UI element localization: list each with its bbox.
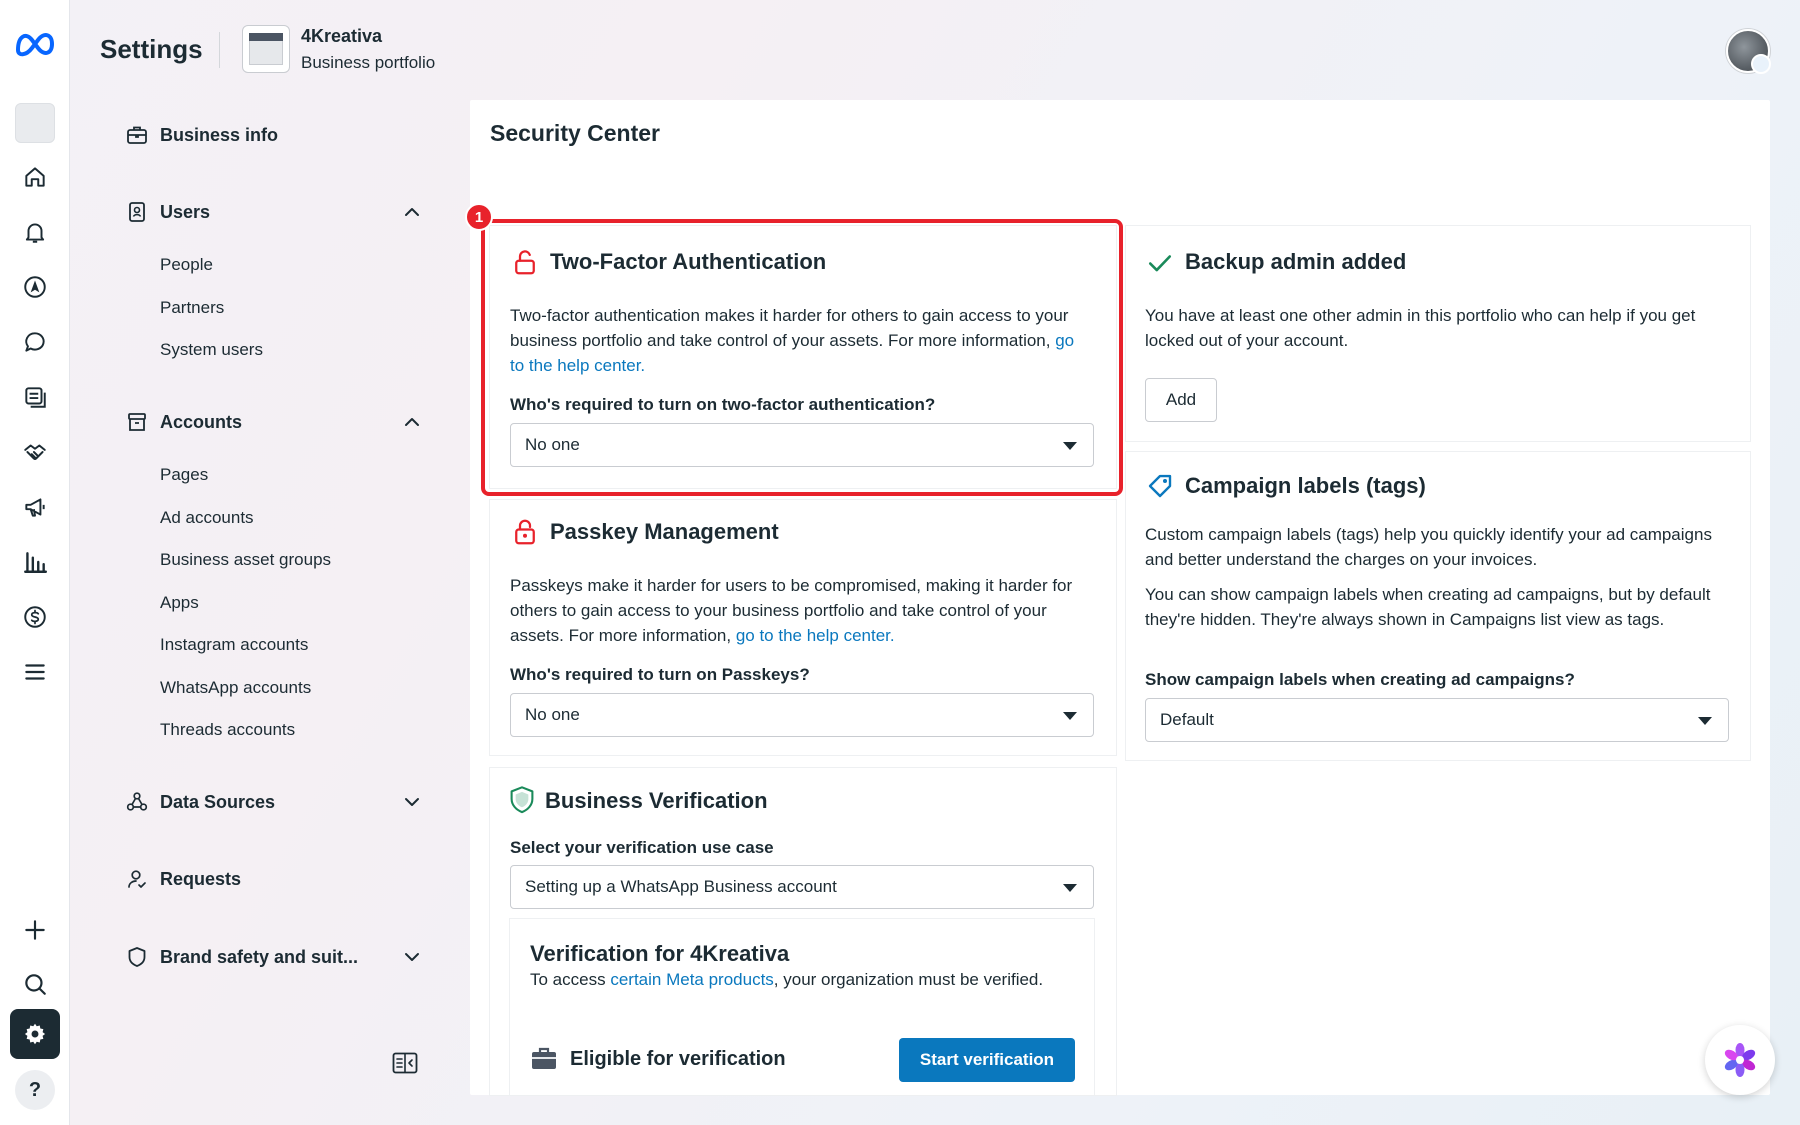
sidebar-section-label: Data Sources	[160, 791, 276, 812]
passkey-question: Who's required to turn on Passkeys?	[510, 665, 810, 684]
dropdown-arrow-icon	[1063, 712, 1077, 720]
search-icon[interactable]	[17, 966, 53, 1002]
campaign-labels-question: Show campaign labels when creating ad ca…	[1145, 670, 1575, 689]
sidebar-item-whatsapp-accounts[interactable]: WhatsApp accounts	[160, 678, 311, 698]
sidebar-item-label: Requests	[160, 868, 242, 889]
dropdown-arrow-icon	[1063, 884, 1077, 892]
help-label: ?	[28, 1078, 42, 1101]
portfolio-subtitle: Business portfolio	[301, 53, 436, 72]
sidebar-item-system-users[interactable]: System users	[160, 340, 263, 360]
sidebar-item-apps[interactable]: Apps	[160, 593, 199, 613]
sidebar-section-label: Brand safety and suit...	[160, 946, 359, 967]
campaign-labels-title: Campaign labels (tags)	[1185, 473, 1426, 498]
dropdown-arrow-icon	[1698, 717, 1712, 725]
campaign-labels-text-2: You can show campaign labels when creati…	[1145, 585, 1711, 629]
sidebar-item-label: Business info	[160, 124, 279, 145]
chat-icon[interactable]	[17, 324, 53, 360]
backup-admin-text: You have at least one other admin in thi…	[1145, 306, 1696, 350]
sidebar-section-label: Accounts	[160, 411, 243, 432]
sidebar-item-threads-accounts[interactable]: Threads accounts	[160, 720, 295, 740]
verification-use-case-label: Select your verification use case	[510, 838, 774, 857]
sidebar-section-brand-safety[interactable]: Brand safety and suit...	[100, 939, 430, 975]
passkey-requirement-select[interactable]: No one	[510, 693, 1094, 737]
sidebar-item-business-info[interactable]: Business info	[100, 117, 430, 153]
eligible-for-verification-label: Eligible for verification	[570, 1048, 786, 1070]
ai-assistant-button[interactable]	[1705, 1025, 1775, 1095]
passkey-title: Passkey Management	[550, 519, 779, 544]
billing-icon[interactable]	[17, 599, 53, 635]
sidebar-section-users[interactable]: Users	[100, 194, 430, 230]
meta-logo-icon[interactable]	[12, 28, 58, 58]
help-icon[interactable]: ?	[15, 1070, 55, 1110]
plus-icon[interactable]	[17, 912, 53, 948]
analytics-icon[interactable]	[17, 544, 53, 580]
annotation-highlight-box	[481, 219, 1123, 496]
chevron-up-icon[interactable]	[400, 410, 424, 434]
sidebar-item-instagram-accounts[interactable]: Instagram accounts	[160, 635, 308, 655]
portfolio-name[interactable]: 4Kreativa	[301, 26, 382, 47]
chevron-up-icon[interactable]	[400, 200, 424, 224]
sidebar-section-accounts[interactable]: Accounts	[100, 404, 430, 440]
business-verification-title: Business Verification	[545, 788, 768, 813]
chevron-down-icon[interactable]	[400, 945, 424, 969]
collapse-sidebar-icon[interactable]	[392, 1052, 418, 1074]
page-title: Settings	[100, 34, 203, 64]
campaign-labels-select[interactable]: Default	[1145, 698, 1729, 742]
add-admin-button[interactable]: Add	[1145, 378, 1217, 422]
sidebar-item-partners[interactable]: Partners	[160, 298, 224, 318]
user-badge-icon	[122, 197, 152, 227]
shield-icon	[122, 942, 152, 972]
business-avatar[interactable]	[15, 103, 55, 143]
passkey-help-link[interactable]: go to the help center.	[736, 626, 895, 645]
verification-subcard-text: To access certain Meta products, your or…	[530, 967, 1070, 992]
left-rail: ?	[0, 0, 70, 1125]
annotation-badge: 1	[465, 203, 493, 231]
user-avatar[interactable]	[1726, 29, 1771, 74]
content-icon[interactable]	[17, 379, 53, 415]
archive-icon	[122, 407, 152, 437]
megaphone-icon[interactable]	[17, 489, 53, 525]
meta-products-link[interactable]: certain Meta products	[610, 970, 773, 989]
sidebar-section-label: Users	[160, 201, 211, 222]
assistant-flower-icon	[1724, 1043, 1756, 1077]
data-sources-icon	[122, 787, 152, 817]
portfolio-thumbnail[interactable]	[242, 25, 290, 73]
handshake-icon[interactable]	[17, 434, 53, 470]
person-check-icon	[122, 864, 152, 894]
checkmark-icon	[1148, 255, 1172, 272]
security-center-title: Security Center	[490, 120, 661, 146]
tag-icon	[1148, 474, 1172, 498]
sidebar-section-data-sources[interactable]: Data Sources	[100, 784, 430, 820]
select-value: Default	[1160, 710, 1214, 729]
sidebar-item-business-asset-groups[interactable]: Business asset groups	[160, 550, 331, 570]
select-value: No one	[525, 705, 580, 724]
bell-icon[interactable]	[17, 214, 53, 250]
passkey-description: Passkeys make it harder for users to be …	[510, 573, 1090, 648]
gear-icon[interactable]	[10, 1009, 60, 1059]
navigation-icon[interactable]	[17, 269, 53, 305]
chevron-down-icon[interactable]	[400, 790, 424, 814]
verification-text-post: , your organization must be verified.	[773, 970, 1044, 989]
verification-subcard-title: Verification for 4Kreativa	[530, 941, 790, 966]
briefcase-icon	[122, 120, 152, 150]
sidebar-item-requests[interactable]: Requests	[100, 861, 430, 897]
sidebar-item-ad-accounts[interactable]: Ad accounts	[160, 508, 254, 528]
verified-shield-icon	[510, 786, 534, 814]
backup-admin-title: Backup admin added	[1185, 249, 1407, 274]
sidebar-item-people[interactable]: People	[160, 255, 213, 275]
header-divider	[219, 32, 220, 68]
verification-use-case-select[interactable]: Setting up a WhatsApp Business account	[510, 865, 1094, 909]
menu-icon[interactable]	[17, 654, 53, 690]
sidebar-item-pages[interactable]: Pages	[160, 465, 208, 485]
passkey-lock-icon	[515, 519, 535, 545]
start-verification-button[interactable]: Start verification	[899, 1038, 1075, 1082]
select-value: Setting up a WhatsApp Business account	[525, 877, 837, 896]
verification-text-pre: To access	[530, 970, 606, 989]
briefcase-icon	[532, 1047, 556, 1069]
campaign-labels-text-1: Custom campaign labels (tags) help you q…	[1145, 525, 1712, 569]
home-icon[interactable]	[17, 159, 53, 195]
